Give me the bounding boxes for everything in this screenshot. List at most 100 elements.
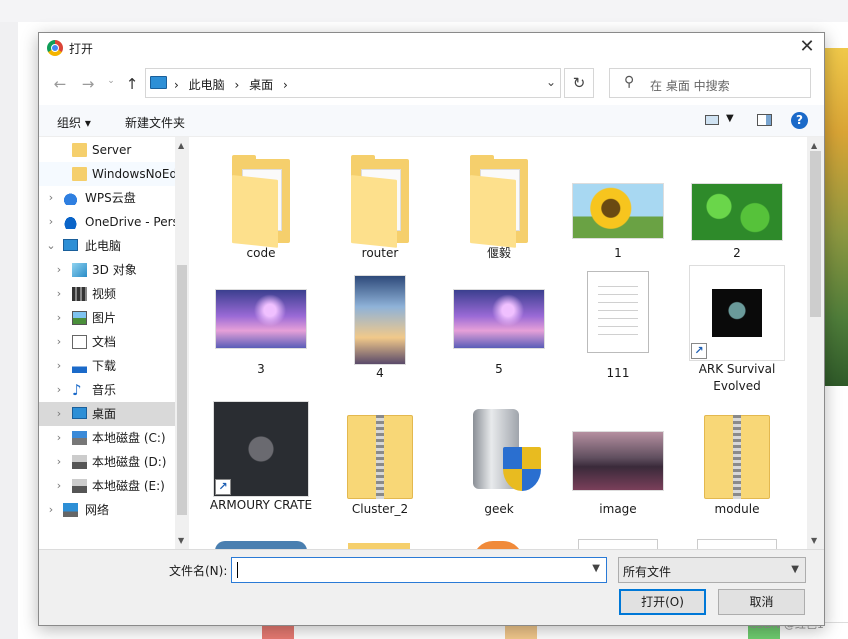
refresh-button[interactable]: ↻ (564, 68, 594, 98)
sidebar-item[interactable]: › 本地磁盘 (C:) (39, 426, 175, 450)
collapsed-chevron-icon[interactable]: › (53, 450, 65, 474)
file-tile[interactable]: 4 (328, 265, 432, 383)
collapsed-chevron-icon[interactable]: › (53, 474, 65, 498)
breadcrumb-separator[interactable]: › (283, 78, 288, 92)
file-tile[interactable]: 111 (566, 265, 670, 383)
file-tile[interactable] (685, 537, 789, 549)
view-mode-icon[interactable] (705, 115, 719, 125)
scroll-down-icon[interactable]: ▼ (178, 536, 184, 545)
shortcut-arrow-icon: ↗ (215, 479, 231, 495)
up-arrow-icon[interactable]: ↑ (123, 75, 141, 93)
file-tile[interactable] (566, 537, 670, 549)
sidebar-item[interactable]: › 图片 (39, 306, 175, 330)
breadcrumb-desktop[interactable]: 桌面 (249, 78, 273, 92)
sidebar-item[interactable]: ⌄ 此电脑 (39, 234, 175, 258)
sidebar-item[interactable]: › 视频 (39, 282, 175, 306)
file-tile[interactable] (328, 537, 432, 549)
file-tile[interactable] (447, 537, 551, 549)
breadcrumb-this-pc[interactable]: 此电脑 (189, 78, 225, 92)
file-name: 111 (606, 366, 630, 380)
sidebar-item-label: 图片 (92, 311, 117, 325)
file-tile[interactable]: ▣router (328, 145, 432, 263)
scroll-up-icon[interactable]: ▲ (811, 141, 817, 150)
collapsed-chevron-icon[interactable]: › (53, 426, 65, 450)
breadcrumb-separator[interactable]: › (234, 78, 239, 92)
file-tile[interactable]: Cluster_2 (328, 401, 432, 519)
file-tile[interactable]: ⚙偃毅 (447, 145, 551, 263)
file-tile[interactable]: image (566, 401, 670, 519)
sidebar-item[interactable]: › 本地磁盘 (D:) (39, 450, 175, 474)
sidebar-item[interactable]: › 桌面 (39, 402, 175, 426)
sidebar-item[interactable]: WindowsNoEdi (39, 162, 175, 186)
search-icon: ⚲ (624, 74, 635, 90)
file-type-select[interactable]: 所有文件 ▼ (618, 557, 806, 583)
filename-input[interactable] (234, 560, 574, 580)
scrollbar-thumb[interactable] (177, 265, 187, 515)
view-mode-dropdown-icon[interactable]: ▼ (726, 113, 734, 124)
collapsed-chevron-icon[interactable]: › (45, 210, 57, 234)
file-tile[interactable]: ↗ ARK Survival Evolved (685, 265, 789, 393)
file-tile[interactable]: code (209, 145, 313, 263)
collapsed-chevron-icon[interactable]: › (53, 282, 65, 306)
fantasy-art-thumbnail (215, 289, 307, 349)
background-top-strip (0, 0, 848, 22)
scroll-down-icon[interactable]: ▼ (811, 536, 817, 545)
collapsed-chevron-icon[interactable]: › (53, 354, 65, 378)
collapsed-chevron-icon[interactable]: › (53, 330, 65, 354)
sidebar-item[interactable]: Server (39, 138, 175, 162)
shield-icon (503, 447, 541, 491)
folder-icon: ▣ (351, 155, 409, 248)
cancel-button[interactable]: 取消 (718, 589, 805, 615)
file-tile[interactable]: ↗ ARMOURY CRATE (209, 401, 313, 519)
expanded-chevron-icon[interactable]: ⌄ (45, 234, 57, 258)
breadcrumb: › 此电脑 › 桌面 › (168, 76, 288, 93)
back-arrow-icon[interactable]: ← (51, 75, 69, 93)
breadcrumb-separator[interactable]: › (174, 78, 179, 92)
downloads-icon (72, 359, 87, 373)
file-tile[interactable]: 1 (566, 145, 670, 263)
scrollbar-thumb[interactable] (810, 151, 821, 317)
file-tile[interactable]: 3 (209, 265, 313, 383)
collapsed-chevron-icon[interactable]: › (53, 258, 65, 282)
collapsed-chevron-icon[interactable]: › (53, 378, 65, 402)
sidebar-item[interactable]: › OneDrive - Pers (39, 210, 175, 234)
sidebar-item[interactable]: › 网络 (39, 498, 175, 522)
collapsed-chevron-icon[interactable]: › (53, 402, 65, 426)
folder-icon (72, 143, 87, 157)
address-bar[interactable]: › 此电脑 › 桌面 › ⌄ (145, 68, 561, 98)
collapsed-chevron-icon[interactable]: › (53, 306, 65, 330)
organize-menu[interactable]: 组织 ▾ (57, 114, 91, 131)
file-tile[interactable]: geek (447, 401, 551, 519)
search-box[interactable]: ⚲ 在 桌面 中搜索 (609, 68, 811, 98)
chrome-icon (47, 40, 63, 56)
forward-arrow-icon[interactable]: → (79, 75, 97, 93)
dialog-footer: 文件名(N): ▼ 所有文件 ▼ 打开(O) 取消 (39, 549, 824, 625)
sidebar-item[interactable]: › 3D 对象 (39, 258, 175, 282)
collapsed-chevron-icon[interactable]: › (45, 498, 57, 522)
collapsed-chevron-icon[interactable]: › (45, 186, 57, 210)
new-folder-button[interactable]: 新建文件夹 (125, 114, 185, 131)
text-line (598, 302, 638, 303)
filename-label: 文件名(N): (169, 564, 228, 578)
file-list-scrollbar[interactable]: ▲ ▼ (807, 137, 824, 549)
navigation-pane: Server WindowsNoEdi › WPS云盘 › OneDrive - Pers… (39, 137, 189, 549)
close-button[interactable]: ✕ (796, 37, 818, 59)
sidebar-item[interactable]: › 下载 (39, 354, 175, 378)
file-tile[interactable]: 5 (447, 265, 551, 383)
sidebar-item[interactable]: › 本地磁盘 (E:) (39, 474, 175, 498)
recent-locations-chevron-icon[interactable]: ⌄ (102, 76, 120, 86)
file-tile[interactable]: 2 (685, 145, 789, 263)
file-tile[interactable]: module (685, 401, 789, 519)
help-icon[interactable]: ? (791, 112, 808, 129)
preview-pane-icon[interactable] (757, 114, 772, 126)
sidebar-item[interactable]: › 文档 (39, 330, 175, 354)
file-tile[interactable] (209, 537, 313, 549)
sidebar-item[interactable]: › ♪ 音乐 (39, 378, 175, 402)
sidebar-item[interactable]: › WPS云盘 (39, 186, 175, 210)
filename-field[interactable]: ▼ (231, 557, 607, 583)
open-button[interactable]: 打开(O) (619, 589, 706, 615)
address-dropdown-icon[interactable]: ⌄ (546, 75, 556, 89)
filename-dropdown-icon[interactable]: ▼ (592, 563, 600, 574)
navigation-scrollbar[interactable]: ▲ ▼ (175, 137, 189, 549)
scroll-up-icon[interactable]: ▲ (178, 141, 184, 150)
